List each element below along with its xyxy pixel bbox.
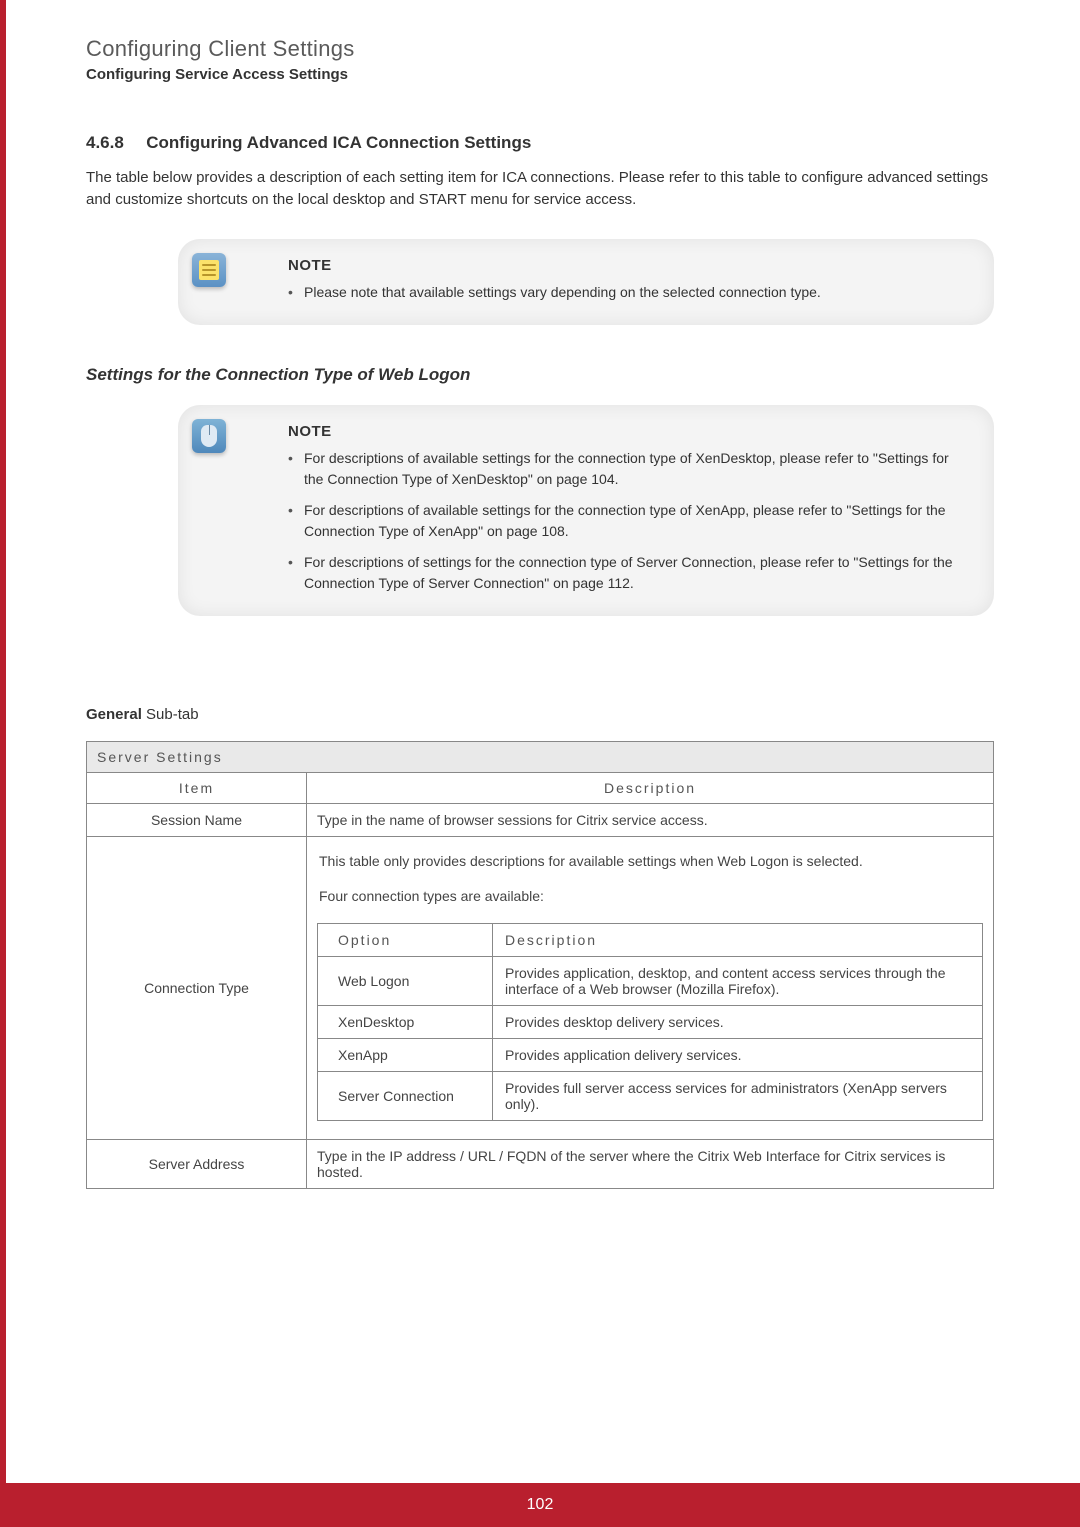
inner-desc: Provides application, desktop, and conte… — [493, 956, 983, 1005]
note-item: For descriptions of settings for the con… — [288, 552, 962, 594]
inner-desc: Provides application delivery services. — [493, 1038, 983, 1071]
table-desc: Type in the IP address / URL / FQDN of t… — [307, 1139, 994, 1188]
inner-header-row: Option Description — [318, 923, 983, 956]
note-list: Please note that available settings vary… — [288, 282, 962, 303]
inner-desc: Provides desktop delivery services. — [493, 1005, 983, 1038]
inner-row: Server Connection Provides full server a… — [318, 1071, 983, 1120]
note-box-2: NOTE For descriptions of available setti… — [178, 405, 994, 616]
inner-option: Web Logon — [318, 956, 493, 1005]
subsection-heading: Settings for the Connection Type of Web … — [86, 365, 994, 385]
header-title: Configuring Client Settings — [86, 36, 994, 62]
inner-row: XenDesktop Provides desktop delivery ser… — [318, 1005, 983, 1038]
ct-intro-2: Four connection types are available: — [317, 882, 983, 917]
note-label: NOTE — [288, 423, 962, 440]
header-subtitle: Configuring Service Access Settings — [86, 66, 994, 83]
page-content: Configuring Client Settings Configuring … — [0, 0, 1080, 1189]
table-row: Session Name Type in the name of browser… — [87, 803, 994, 836]
table-col-item: Item — [87, 772, 307, 803]
inner-option: Server Connection — [318, 1071, 493, 1120]
table-desc: This table only provides descriptions fo… — [307, 836, 994, 1139]
page-footer: 102 — [0, 1483, 1080, 1527]
note-label: NOTE — [288, 257, 962, 274]
note-item: For descriptions of available settings f… — [288, 448, 962, 490]
table-desc: Type in the name of browser sessions for… — [307, 803, 994, 836]
inner-option: XenDesktop — [318, 1005, 493, 1038]
ct-intro-1: This table only provides descriptions fo… — [317, 847, 983, 882]
subtab-name: General — [86, 706, 142, 723]
section-intro: The table below provides a description o… — [86, 167, 994, 211]
table-row: Server Address Type in the IP address / … — [87, 1139, 994, 1188]
page-number: 102 — [527, 1496, 554, 1513]
inner-desc: Provides full server access services for… — [493, 1071, 983, 1120]
section-title: Configuring Advanced ICA Connection Sett… — [146, 133, 531, 152]
inner-col-option: Option — [318, 923, 493, 956]
inner-col-desc: Description — [493, 923, 983, 956]
note-item: For descriptions of available settings f… — [288, 500, 962, 542]
note-icon — [192, 253, 226, 287]
table-header-row: Item Description — [87, 772, 994, 803]
note-box-1: NOTE Please note that available settings… — [178, 239, 994, 325]
note-item: Please note that available settings vary… — [288, 282, 962, 303]
table-section-header: Server Settings — [87, 741, 994, 772]
table-item: Session Name — [87, 803, 307, 836]
table-item: Connection Type — [87, 836, 307, 1139]
inner-options-table: Option Description Web Logon Provides ap… — [317, 923, 983, 1121]
mouse-icon — [192, 419, 226, 453]
inner-row: XenApp Provides application delivery ser… — [318, 1038, 983, 1071]
table-section-row: Server Settings — [87, 741, 994, 772]
table-row: Connection Type This table only provides… — [87, 836, 994, 1139]
inner-row: Web Logon Provides application, desktop,… — [318, 956, 983, 1005]
left-accent-strip — [0, 0, 6, 1483]
subtab-label: General Sub-tab — [86, 706, 994, 723]
section-number: 4.6.8 — [86, 133, 124, 153]
note-list: For descriptions of available settings f… — [288, 448, 962, 594]
settings-table: Server Settings Item Description Session… — [86, 741, 994, 1189]
section-heading: 4.6.8 Configuring Advanced ICA Connectio… — [86, 133, 994, 153]
table-col-desc: Description — [307, 772, 994, 803]
table-item: Server Address — [87, 1139, 307, 1188]
subtab-suffix: Sub-tab — [142, 706, 199, 723]
inner-option: XenApp — [318, 1038, 493, 1071]
